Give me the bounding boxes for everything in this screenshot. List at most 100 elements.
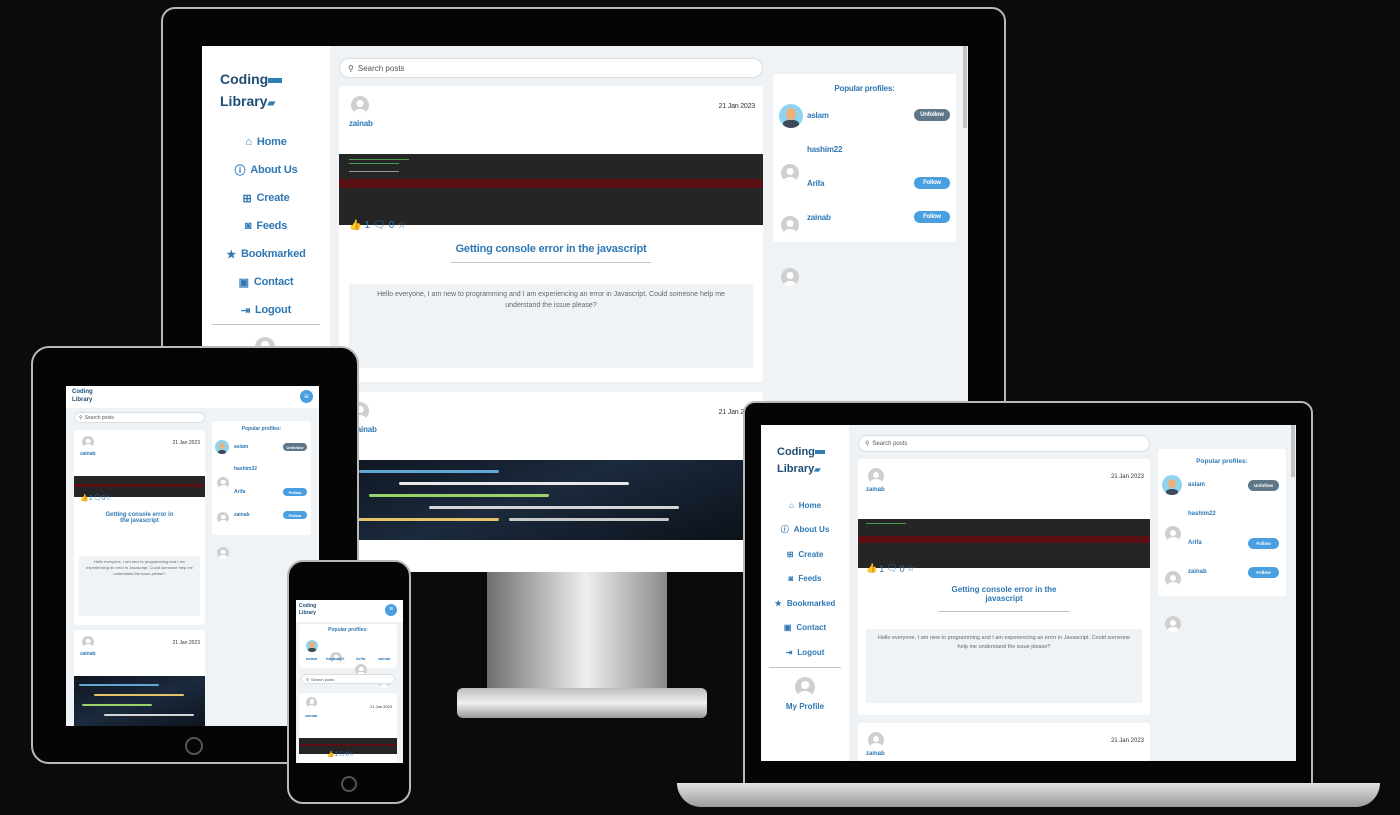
laptop-post-author[interactable]: zainab: [866, 487, 885, 493]
laptop-post2-avatar[interactable]: [868, 732, 884, 748]
laptop-name-hashim22[interactable]: hashim22: [1188, 511, 1216, 517]
tablet-avatar-zainab[interactable]: [217, 547, 229, 559]
phone-post-author[interactable]: zainab: [305, 713, 317, 718]
bookmark-star-icon[interactable]: ☆: [397, 220, 406, 231]
nav-create[interactable]: ⊞ Create: [202, 184, 330, 212]
phone-menu-toggle-icon[interactable]: ≡: [385, 604, 397, 616]
laptop-unfollow-button[interactable]: Unfollow: [1248, 480, 1279, 491]
laptop-my-profile-avatar[interactable]: [795, 677, 815, 697]
phone-name-hashim22[interactable]: hashim22: [326, 656, 344, 661]
profile-name-zainab[interactable]: zainab: [807, 213, 831, 222]
tablet-avatar-aslam[interactable]: [215, 440, 229, 454]
laptop-post-title[interactable]: Getting console error in the javascript: [944, 585, 1064, 603]
phone-avatar-aslam[interactable]: [306, 640, 318, 652]
tablet-search-input[interactable]: ⚲ Search posts: [74, 412, 205, 423]
nav-home[interactable]: ⌂ Home: [202, 128, 330, 156]
bookmark-star-icon[interactable]: ☆: [907, 563, 915, 574]
scrollbar[interactable]: [963, 46, 967, 128]
sidebar-nav: ⌂ Home ⓘ About Us ⊞ Create ◙ Feeds ★ Bookmark…: [202, 128, 330, 324]
post-title[interactable]: Getting console error in the javascript: [339, 243, 763, 255]
comment-count: 0: [388, 220, 395, 231]
laptop-nav-about[interactable]: ⓘ About Us: [761, 518, 849, 543]
profile-name-arifa[interactable]: Arifa: [807, 179, 824, 188]
follow-button-arifa[interactable]: Follow: [914, 177, 950, 189]
follow-button-zainab[interactable]: Follow: [914, 211, 950, 223]
tablet-post2-avatar[interactable]: [82, 636, 94, 648]
phone-header: Coding Library ≡: [296, 600, 403, 622]
laptop-avatar-aslam[interactable]: [1162, 475, 1182, 495]
laptop-name-arifa[interactable]: Arifa: [1188, 540, 1202, 546]
profile-avatar-hashim22[interactable]: [781, 164, 799, 182]
tablet-name-aslam[interactable]: aslam: [234, 444, 248, 450]
comment-icon[interactable]: 🗨: [93, 495, 102, 502]
tablet-name-arifa[interactable]: Arifa: [234, 489, 245, 495]
bookmark-star-icon[interactable]: ☆: [349, 752, 354, 758]
laptop-nav-logout[interactable]: ⇥ Logout: [761, 640, 849, 665]
laptop-avatar-hashim22[interactable]: [1165, 526, 1181, 542]
laptop-search-input[interactable]: ⚲ Search posts: [858, 435, 1150, 452]
laptop-scrollbar[interactable]: [1291, 425, 1295, 477]
laptop-follow-zainab[interactable]: Follow: [1248, 567, 1279, 578]
comment-icon[interactable]: 🗨: [373, 220, 386, 231]
profile-avatar-zainab[interactable]: [781, 268, 799, 286]
tablet-name-zainab[interactable]: zainab: [234, 512, 250, 518]
plus-square-icon: ⊞: [786, 549, 794, 559]
menu-toggle-icon[interactable]: ≡: [300, 390, 313, 403]
tablet-avatar-hashim22[interactable]: [217, 477, 229, 489]
nav-about[interactable]: ⓘ About Us: [202, 156, 330, 184]
comment-icon[interactable]: 🗨: [886, 563, 897, 574]
phone-name-arifa[interactable]: Arifa: [356, 656, 365, 661]
tablet-brand-logo[interactable]: Coding Library: [72, 389, 93, 403]
profile-avatar-aslam[interactable]: [779, 104, 803, 128]
tablet-post-content: Hello everyone, I am new to programming …: [79, 556, 200, 616]
profile-avatar-arifa[interactable]: [781, 216, 799, 234]
tablet-post-author[interactable]: zainab: [80, 451, 96, 457]
tablet-post2-author[interactable]: zainab: [80, 651, 96, 657]
bookmark-star-icon[interactable]: ☆: [105, 495, 111, 502]
phone-home-button[interactable]: [341, 776, 357, 792]
laptop-name-aslam[interactable]: aslam: [1188, 482, 1205, 488]
post-author[interactable]: zainab: [349, 119, 373, 128]
laptop-nav-bookmarked[interactable]: ★ Bookmarked: [761, 591, 849, 616]
laptop-avatar-zainab[interactable]: [1165, 616, 1181, 632]
nav-bookmarked[interactable]: ★ Bookmarked: [202, 240, 330, 268]
laptop-nav-feeds[interactable]: ◙ Feeds: [761, 567, 849, 592]
laptop-post-avatar[interactable]: [868, 468, 884, 484]
post-author-avatar[interactable]: [351, 96, 369, 114]
tablet-post-avatar[interactable]: [82, 436, 94, 448]
laptop-name-zainab[interactable]: zainab: [1188, 569, 1207, 575]
laptop-post2-author[interactable]: zainab: [866, 751, 885, 757]
laptop-follow-arifa[interactable]: Follow: [1248, 538, 1279, 549]
brand-logo[interactable]: Coding Library▰: [220, 72, 283, 109]
tablet-follow-zainab[interactable]: Follow: [283, 511, 307, 519]
phone-brand-logo[interactable]: Coding Library: [299, 604, 316, 616]
tablet-post-title[interactable]: Getting console error in the javascript: [104, 512, 175, 524]
phone-name-zainab[interactable]: zainab: [378, 656, 390, 661]
nav-logout[interactable]: ⇥ Logout: [202, 296, 330, 324]
unfollow-button[interactable]: Unfollow: [914, 109, 950, 121]
phone-search-input[interactable]: ⚲ Search posts: [301, 674, 395, 684]
tablet-home-button[interactable]: [185, 737, 203, 755]
phone-name-aslam[interactable]: aslam: [306, 656, 317, 661]
tablet-name-hashim22[interactable]: hashim22: [234, 466, 257, 472]
phone-post-avatar[interactable]: [306, 697, 317, 708]
laptop-nav-create[interactable]: ⊞ Create: [761, 542, 849, 567]
my-profile-link[interactable]: My Profile: [761, 702, 849, 711]
profile-name-hashim22[interactable]: hashim22: [807, 145, 843, 154]
laptop-nav-contact[interactable]: ▣ Contact: [761, 616, 849, 641]
thumbs-up-icon[interactable]: 👍: [349, 220, 361, 231]
search-input[interactable]: ⚲ Search posts: [339, 58, 763, 78]
profile-name-aslam[interactable]: aslam: [807, 111, 829, 120]
laptop-nav-home[interactable]: ⌂ Home: [761, 493, 849, 518]
laptop-sidebar: Coding Library▰ ⌂ Home ⓘ About Us ⊞ Create …: [761, 425, 849, 761]
search-icon: ⚲: [306, 676, 309, 682]
tablet-follow-arifa[interactable]: Follow: [283, 488, 307, 496]
thumbs-up-icon[interactable]: 👍: [866, 563, 877, 574]
nav-feeds[interactable]: ◙ Feeds: [202, 212, 330, 240]
laptop-avatar-arifa[interactable]: [1165, 571, 1181, 587]
thumbs-up-icon[interactable]: 👍: [80, 495, 89, 502]
laptop-brand-logo[interactable]: Coding Library▰: [777, 447, 825, 475]
tablet-unfollow-button[interactable]: Unfollow: [283, 443, 307, 451]
tablet-avatar-arifa[interactable]: [217, 512, 229, 524]
nav-contact[interactable]: ▣ Contact: [202, 268, 330, 296]
